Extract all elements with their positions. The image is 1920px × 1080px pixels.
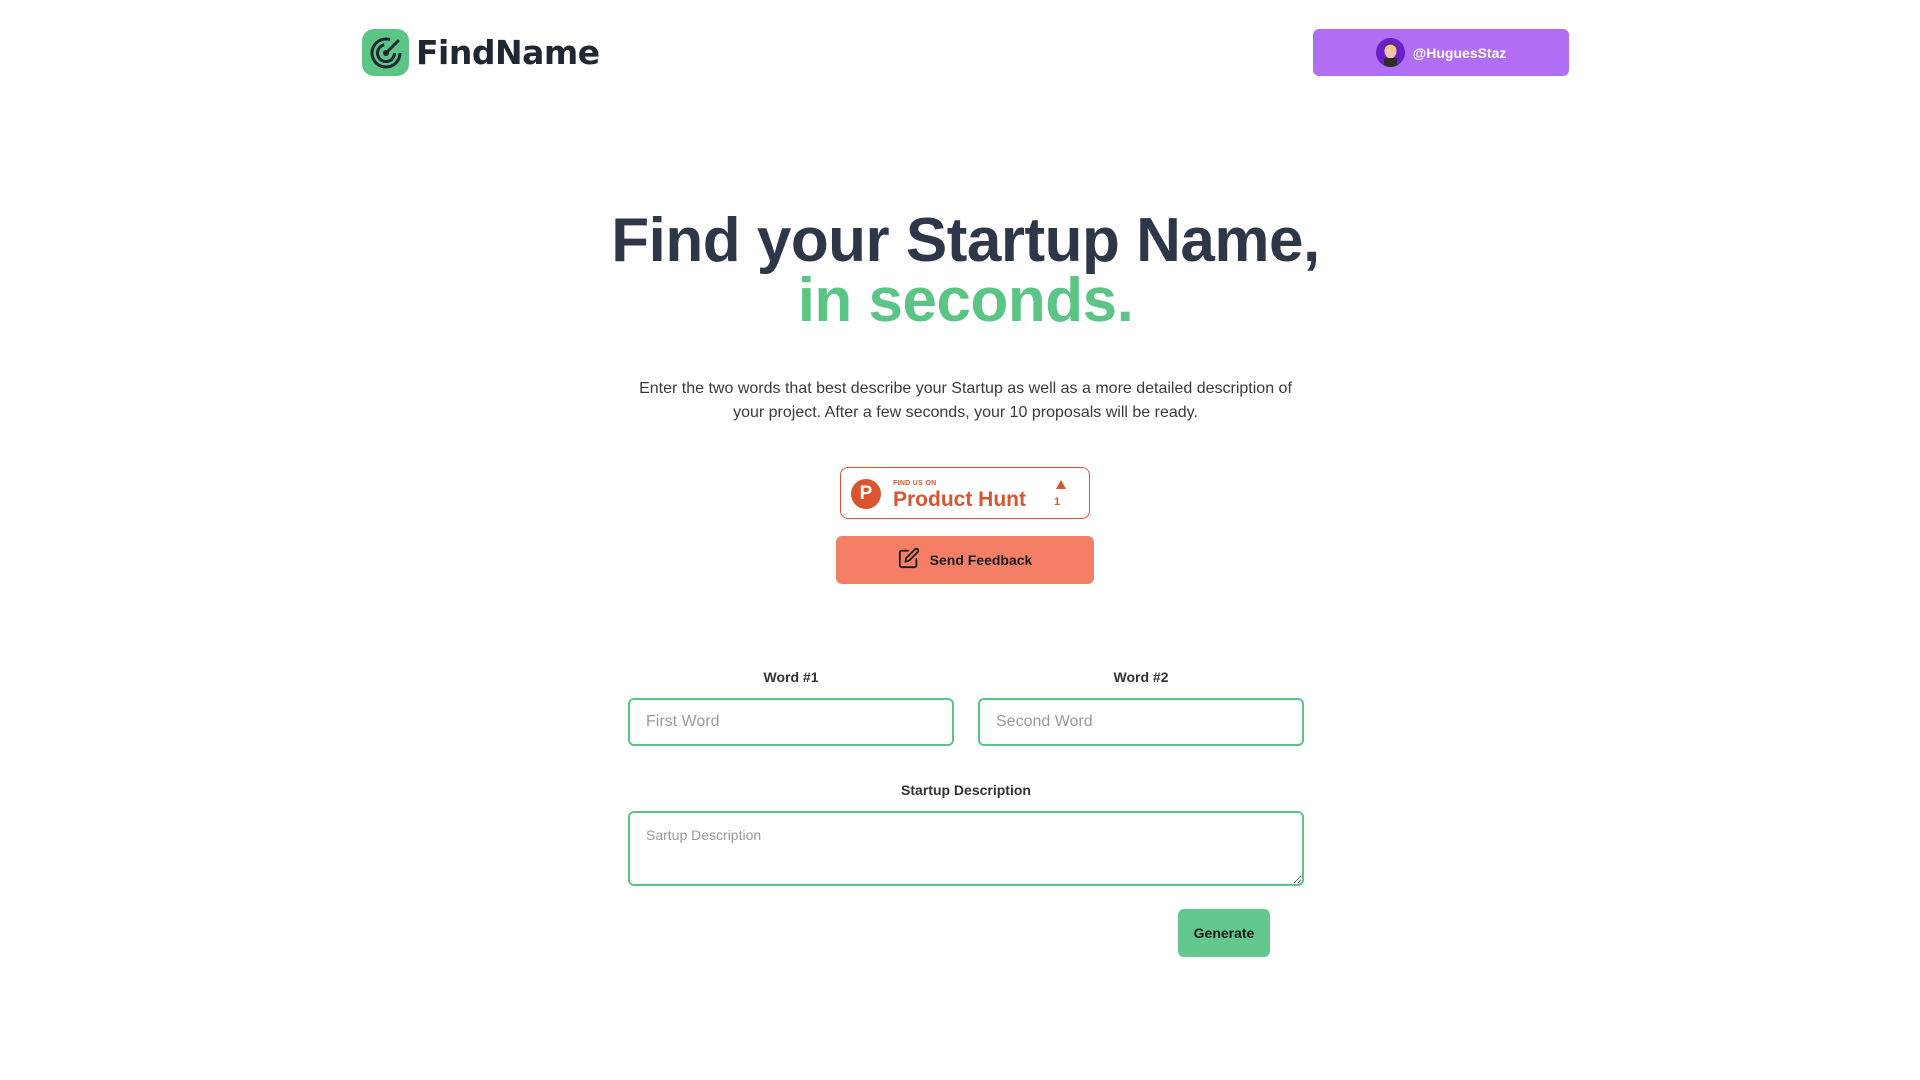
description-label: Startup Description <box>901 782 1031 798</box>
product-hunt-small-text: FIND US ON <box>893 480 937 487</box>
send-feedback-label: Send Feedback <box>929 552 1033 568</box>
generate-button[interactable]: Generate <box>1178 909 1270 957</box>
radar-target-icon <box>362 29 409 76</box>
title-line-1: Find your Startup Name, <box>611 206 1320 275</box>
word1-label: Word #1 <box>763 669 819 685</box>
hero-description: Enter the two words that best describe y… <box>639 380 1292 421</box>
upvote-count: 1 <box>1054 496 1061 508</box>
second-word-input[interactable] <box>978 698 1304 746</box>
first-word-input[interactable] <box>628 698 954 746</box>
product-hunt-badge[interactable]: P FIND US ON Product Hunt 1 <box>840 467 1090 519</box>
startup-description-textarea[interactable] <box>628 811 1304 886</box>
product-hunt-logo-icon: P <box>851 479 881 509</box>
avatar <box>1375 38 1405 67</box>
product-hunt-name: Product Hunt <box>893 488 1026 511</box>
header: FindName @HuguesStaz <box>0 0 1920 110</box>
triangle-up-icon <box>1056 480 1066 489</box>
user-profile-button[interactable]: @HuguesStaz <box>1313 29 1569 76</box>
brand-name: FindName <box>416 33 600 72</box>
title-line-2: in seconds. <box>797 266 1134 335</box>
brand[interactable]: FindName <box>362 29 600 76</box>
page-title: Find your Startup Name, in seconds. <box>0 210 1920 335</box>
edit-pencil-icon <box>898 547 920 574</box>
word2-label: Word #2 <box>1113 669 1169 685</box>
user-handle: @HuguesStaz <box>1412 44 1507 61</box>
send-feedback-button[interactable]: Send Feedback <box>836 536 1094 584</box>
